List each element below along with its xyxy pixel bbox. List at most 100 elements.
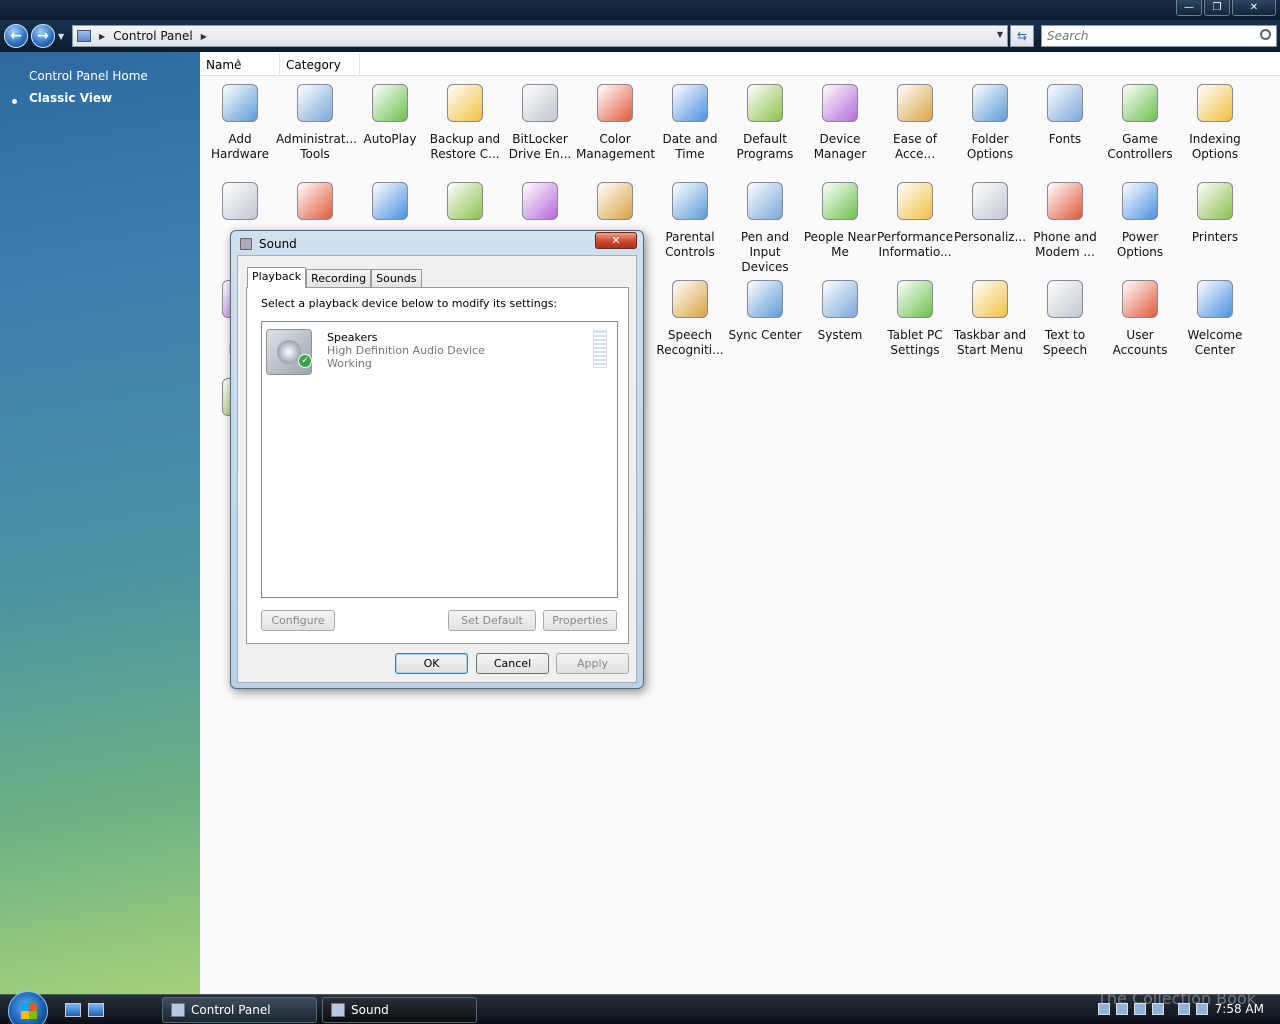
breadcrumb-separator-icon[interactable]: ▶ xyxy=(201,32,207,41)
control-panel-item[interactable]: Tablet PC Settings xyxy=(876,276,954,358)
item-label: Administrat... Tools xyxy=(276,132,357,161)
address-bar[interactable]: ▶ Control Panel ▶ ▼ xyxy=(72,25,1008,47)
windows-defender-icon[interactable] xyxy=(1116,1003,1128,1015)
control-panel-item[interactable]: Ease of Acce... xyxy=(876,80,954,162)
maximize-button[interactable]: ❐ xyxy=(1204,0,1230,16)
item-label: Printers xyxy=(1191,230,1239,244)
column-header-category[interactable]: Category xyxy=(280,54,360,76)
control-panel-item[interactable]: Game Controllers xyxy=(1101,80,1179,162)
item-label: Date and Time xyxy=(662,132,718,161)
search-input[interactable] xyxy=(1042,26,1242,46)
back-button[interactable]: ← xyxy=(4,24,28,48)
set-default-button[interactable]: Set Default xyxy=(448,610,536,631)
dialog-body: Playback Recording Sounds Select a playb… xyxy=(237,255,637,683)
taskbar-button-label: Sound xyxy=(351,1003,389,1017)
control-panel-item[interactable]: People Near Me xyxy=(801,178,879,260)
search-icon[interactable] xyxy=(1260,29,1271,40)
control-panel-item[interactable]: Color Management xyxy=(576,80,656,162)
control-panel-item[interactable]: Fonts xyxy=(1026,80,1104,147)
show-desktop-icon[interactable] xyxy=(65,1003,81,1017)
item-label: Phone and Modem ... xyxy=(1033,230,1097,259)
device-list[interactable]: ✓ Speakers High Definition Audio Device … xyxy=(261,321,618,598)
dialog-close-button[interactable]: ✕ xyxy=(595,232,637,249)
printers-icon xyxy=(1191,178,1239,226)
safely-remove-icon[interactable] xyxy=(1152,1003,1164,1015)
control-panel-item[interactable]: Power Options xyxy=(1101,178,1179,260)
control-panel-item[interactable]: Personaliz... xyxy=(951,178,1029,245)
taskbar-button-control-panel[interactable]: Control Panel xyxy=(162,997,317,1023)
ease-of-access-icon xyxy=(891,80,939,128)
column-header-name[interactable]: Name ▲ xyxy=(200,54,280,76)
control-panel-item[interactable]: Speech Recogniti... xyxy=(651,276,729,358)
apply-button[interactable]: Apply xyxy=(556,653,629,674)
item-label: System xyxy=(817,328,863,342)
control-panel-item[interactable]: Add Hardware xyxy=(201,80,279,162)
control-panel-item[interactable]: Indexing Options xyxy=(1176,80,1254,162)
navigation-bar: ← → ▼ ▶ Control Panel ▶ ▼ ⇆ xyxy=(0,20,1280,52)
control-panel-item[interactable]: AutoPlay xyxy=(351,80,429,147)
item-label: Color Management xyxy=(576,132,656,161)
control-panel-item[interactable]: Welcome Center xyxy=(1176,276,1254,358)
tab-strip: Playback Recording Sounds xyxy=(247,267,422,288)
item-label: BitLocker Drive En... xyxy=(508,132,572,161)
control-panel-item[interactable]: Performance Informatio... xyxy=(876,178,954,260)
tab-recording[interactable]: Recording xyxy=(306,269,372,288)
cancel-button[interactable]: Cancel xyxy=(476,653,549,674)
address-dropdown-icon[interactable]: ▼ xyxy=(997,30,1003,39)
control-panel-item[interactable]: Sync Center xyxy=(726,276,804,343)
security-alert-icon[interactable] xyxy=(1098,1003,1110,1015)
sidebar-item-classic-view[interactable]: Classic View xyxy=(29,91,112,105)
control-panel-item[interactable]: System xyxy=(801,276,879,343)
control-panel-item[interactable]: Phone and Modem ... xyxy=(1026,178,1104,260)
speakers-icon xyxy=(266,329,312,375)
item-label: Text to Speech xyxy=(1042,328,1088,357)
recent-pages-dropdown[interactable]: ▼ xyxy=(58,32,64,41)
minimize-button[interactable]: — xyxy=(1176,0,1202,16)
control-panel-item[interactable]: Administrat... Tools xyxy=(276,80,357,162)
sidebar-item-control-panel-home[interactable]: Control Panel Home xyxy=(29,69,148,83)
tab-sounds[interactable]: Sounds xyxy=(371,269,422,288)
breadcrumb-separator-icon[interactable]: ▶ xyxy=(99,32,105,41)
refresh-button[interactable]: ⇆ xyxy=(1010,25,1034,47)
welcome-center-icon xyxy=(1191,276,1239,324)
item-label: Indexing Options xyxy=(1189,132,1241,161)
close-button[interactable]: ✕ xyxy=(1232,0,1276,16)
tab-playback[interactable]: Playback xyxy=(247,267,307,288)
control-panel-item[interactable]: Parental Controls xyxy=(651,178,729,260)
clock[interactable]: 7:58 AM xyxy=(1215,1002,1264,1016)
control-panel-item[interactable]: Folder Options xyxy=(951,80,1029,162)
control-panel-item[interactable] xyxy=(426,178,504,230)
start-button[interactable] xyxy=(8,991,48,1024)
taskbar: Control Panel Sound The Collection Book … xyxy=(0,989,1280,1024)
control-panel-item[interactable] xyxy=(501,178,579,230)
control-panel-item[interactable]: Backup and Restore C... xyxy=(426,80,504,162)
control-panel-item[interactable]: BitLocker Drive En... xyxy=(501,80,579,162)
mouse-icon xyxy=(441,178,489,226)
control-panel-item[interactable]: Pen and Input Devices xyxy=(726,178,804,275)
control-panel-item[interactable]: Device Manager xyxy=(801,80,879,162)
volume-icon[interactable] xyxy=(1196,1003,1208,1015)
control-panel-item[interactable] xyxy=(351,178,429,230)
properties-button[interactable]: Properties xyxy=(543,610,617,631)
user-accounts-icon xyxy=(1116,276,1164,324)
control-panel-item[interactable]: Default Programs xyxy=(726,80,804,162)
forward-button[interactable]: → xyxy=(31,24,55,48)
control-panel-item[interactable] xyxy=(576,178,654,230)
display-icon[interactable] xyxy=(1134,1003,1146,1015)
taskbar-button-sound[interactable]: Sound xyxy=(322,997,477,1023)
switch-windows-icon[interactable] xyxy=(88,1003,104,1017)
administrative-tools-icon xyxy=(291,80,339,128)
control-panel-item[interactable]: Date and Time xyxy=(651,80,729,162)
taskbar-icon xyxy=(966,276,1014,324)
control-panel-item[interactable]: Taskbar and Start Menu xyxy=(951,276,1029,358)
search-box[interactable] xyxy=(1041,25,1277,47)
breadcrumb-control-panel[interactable]: Control Panel xyxy=(113,29,193,43)
control-panel-item[interactable]: Printers xyxy=(1176,178,1254,245)
network-icon[interactable] xyxy=(1178,1003,1190,1015)
control-panel-item[interactable] xyxy=(276,178,354,230)
control-panel-item[interactable]: Text to Speech xyxy=(1026,276,1104,358)
control-panel-item[interactable]: User Accounts xyxy=(1101,276,1179,358)
ok-button[interactable]: OK xyxy=(395,653,468,674)
control-panel-icon xyxy=(171,1003,185,1017)
configure-button[interactable]: Configure xyxy=(261,610,335,631)
